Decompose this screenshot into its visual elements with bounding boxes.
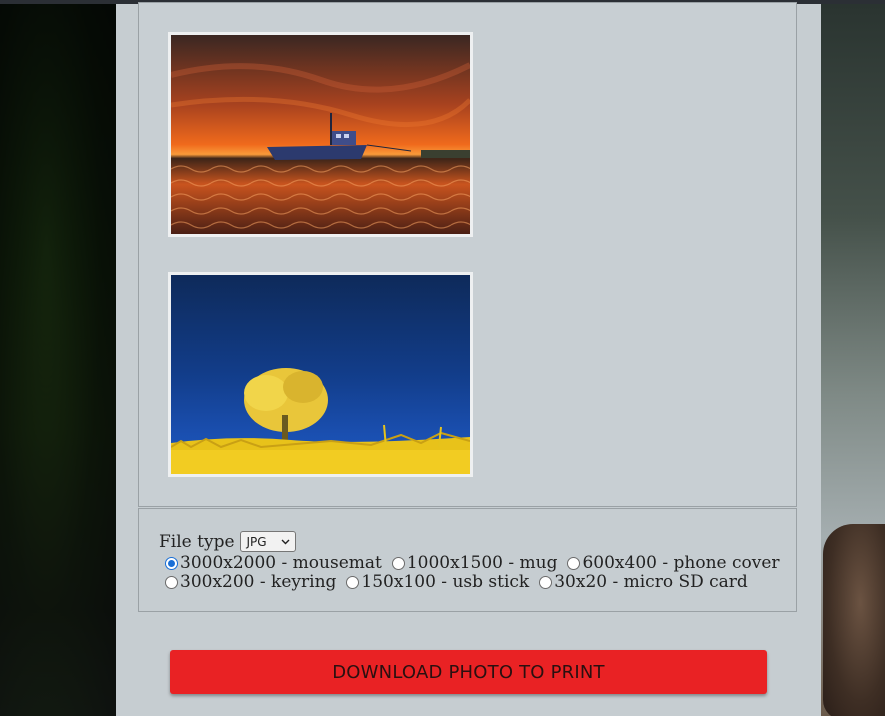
yellow-tree-image [171,275,470,474]
size-option-1000x1500[interactable]: 1000x1500 - mug [391,553,558,573]
size-option-3000x2000[interactable]: 3000x2000 - mousemat [165,553,382,573]
radio-button[interactable] [539,575,553,589]
size-option-label: 150x100 - usb stick [361,572,530,592]
radio-button[interactable] [391,556,405,570]
size-option-label: 30x20 - micro SD card [554,572,748,592]
radio-button[interactable] [567,556,581,570]
size-option-label: 3000x2000 - mousemat [180,553,382,573]
radio-button[interactable] [346,575,360,589]
size-option-30x20[interactable]: 30x20 - micro SD card [539,572,748,592]
file-type-value: JPG [246,534,267,549]
size-option-300x200[interactable]: 300x200 - keyring [165,572,336,592]
file-type-row: File type JPG [159,531,296,552]
size-option-label: 300x200 - keyring [180,572,337,592]
radio-button-selected[interactable] [165,556,178,570]
file-type-label: File type [159,531,235,552]
download-options-panel: File type JPG 3000x2000 - mousemat 1000x… [138,508,797,612]
photo-thumbnail-boat[interactable] [168,32,473,237]
content-panel: File type JPG 3000x2000 - mousemat 1000x… [116,2,821,716]
radio-button[interactable] [165,575,178,589]
download-button-label: DOWNLOAD PHOTO TO PRINT [332,661,605,683]
photo-gallery [138,2,797,507]
download-photo-button[interactable]: DOWNLOAD PHOTO TO PRINT [170,650,767,694]
boat-sunset-image [171,35,470,234]
size-option-150x100[interactable]: 150x100 - usb stick [346,572,529,592]
size-options-row-2: 300x200 - keyring 150x100 - usb stick 30… [165,572,758,592]
photo-thumbnail-tree[interactable] [168,272,473,477]
size-options-row-1: 3000x2000 - mousemat 1000x1500 - mug 600… [165,553,790,573]
background-camera-shape [823,524,885,716]
size-option-600x400[interactable]: 600x400 - phone cover [567,553,780,573]
chevron-down-icon [281,539,290,544]
size-option-label: 600x400 - phone cover [582,553,780,573]
background-photo-right [821,4,885,716]
size-option-label: 1000x1500 - mug [406,553,558,573]
background-photo-left [0,4,116,716]
file-type-select[interactable]: JPG [239,531,296,552]
